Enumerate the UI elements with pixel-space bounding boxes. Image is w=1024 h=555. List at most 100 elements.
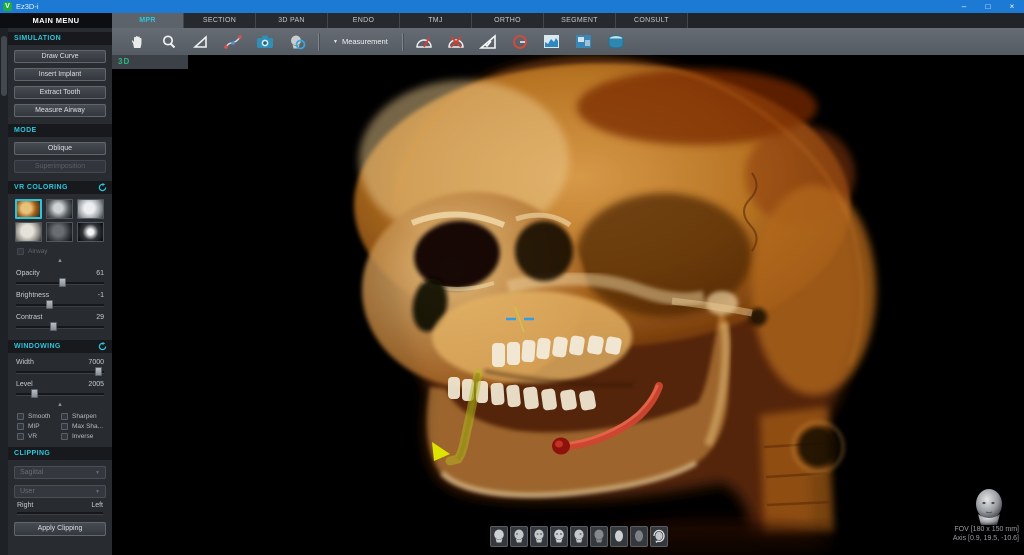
volume-3d-icon[interactable] <box>605 32 627 52</box>
brightness-slider[interactable] <box>16 300 104 309</box>
view-frontal-button[interactable] <box>550 526 568 547</box>
collapse-toggle-icon[interactable]: ▲ <box>8 258 112 265</box>
window-title: Ez3D-i <box>16 2 39 11</box>
zoom-icon[interactable] <box>158 32 180 52</box>
clipping-plane-select[interactable]: Sagittal▼ <box>14 466 106 479</box>
view-bottom-button[interactable] <box>630 526 648 547</box>
clipping-range-slider[interactable] <box>17 512 103 514</box>
view-rotate-button[interactable] <box>650 526 668 547</box>
3d-render-viewport[interactable]: 3D <box>112 55 1024 555</box>
tab-tmj[interactable]: TMJ <box>400 13 472 28</box>
brightness-slider-thumb[interactable] <box>46 300 53 309</box>
level-label: Level <box>16 381 33 388</box>
clip-left-label: Left <box>91 502 103 512</box>
vr-preset-thumbnail-3[interactable] <box>77 199 104 219</box>
ruler-triangle-icon[interactable] <box>190 32 212 52</box>
refresh-icon[interactable] <box>98 342 107 356</box>
level-slider[interactable] <box>16 389 104 398</box>
histogram-profile-icon[interactable] <box>541 32 563 52</box>
apply-clipping-button[interactable]: Apply Clipping <box>14 522 106 536</box>
tab-section[interactable]: SECTION <box>184 13 256 28</box>
tab-mpr[interactable]: MPR <box>112 13 184 28</box>
max-sharpen-checkbox-row[interactable]: Max Sha... <box>61 423 111 430</box>
tab-endo[interactable]: ENDO <box>328 13 400 28</box>
triangle-check-icon[interactable] <box>477 32 499 52</box>
vr-preset-thumbnail-2[interactable] <box>46 199 73 219</box>
toolbar-divider <box>402 33 403 51</box>
vr-preset-thumbnail-4[interactable] <box>15 222 42 242</box>
circle-measure-icon[interactable] <box>509 32 531 52</box>
draw-curve-button[interactable]: Draw Curve <box>14 50 106 63</box>
vr-preset-thumbnail-1[interactable] <box>15 199 42 219</box>
level-slider-thumb[interactable] <box>31 389 38 398</box>
contrast-slider-thumb[interactable] <box>50 322 57 331</box>
window-layout-icon[interactable] <box>573 32 595 52</box>
airway-checkbox[interactable] <box>17 248 24 255</box>
width-slider[interactable] <box>16 367 104 376</box>
vr-preset-thumbnail-6[interactable] <box>77 222 104 242</box>
tab-segment[interactable]: SEGMENT <box>544 13 616 28</box>
draw-curve-icon[interactable] <box>222 32 244 52</box>
superimposition-button[interactable]: Superimposition <box>14 160 106 173</box>
contrast-slider[interactable] <box>16 322 104 331</box>
view-top-button[interactable] <box>610 526 628 547</box>
opacity-slider-thumb[interactable] <box>59 278 66 287</box>
application-window: V Ez3D-i – □ × MAIN MENU MPR SECTION 3D … <box>0 0 1024 555</box>
smooth-checkbox[interactable] <box>17 413 24 420</box>
measurement-dropdown[interactable]: ▼ Measurement <box>329 37 392 46</box>
sidebar: SIMULATION Draw Curve Insert Implant Ext… <box>0 28 112 555</box>
view-right-lateral-button[interactable] <box>490 526 508 547</box>
width-value: 7000 <box>88 359 104 366</box>
vr-checkbox-row[interactable]: VR <box>17 433 59 440</box>
volume-view-icon[interactable] <box>286 32 308 52</box>
extract-tooth-button[interactable]: Extract Tooth <box>14 86 106 99</box>
inverse-checkbox[interactable] <box>61 433 68 440</box>
main-menu-header[interactable]: MAIN MENU <box>0 13 112 28</box>
refresh-icon[interactable] <box>98 183 107 197</box>
max-sharpen-checkbox[interactable] <box>61 423 68 430</box>
brightness-value: -1 <box>98 292 104 299</box>
insert-implant-button[interactable]: Insert Implant <box>14 68 106 81</box>
title-bar: V Ez3D-i – □ × <box>0 0 1024 13</box>
sharpen-checkbox[interactable] <box>61 413 68 420</box>
maximize-button[interactable]: □ <box>976 0 1000 13</box>
minimize-button[interactable]: – <box>952 0 976 13</box>
app-logo-icon: V <box>3 2 12 11</box>
vr-preset-thumbnail-5[interactable] <box>46 222 73 242</box>
tab-3dpan[interactable]: 3D PAN <box>256 13 328 28</box>
view-left-oblique-button[interactable] <box>570 526 588 547</box>
view-posterior-button[interactable] <box>590 526 608 547</box>
sharpen-checkbox-row[interactable]: Sharpen <box>61 413 111 420</box>
opacity-value: 61 <box>96 270 104 277</box>
angle-protractor-icon[interactable] <box>413 32 435 52</box>
fov-text: FOV [180 x 150 mm] <box>953 525 1019 534</box>
windowing-header: WINDOWING <box>8 340 112 353</box>
mip-checkbox[interactable] <box>17 423 24 430</box>
width-slider-thumb[interactable] <box>95 367 102 376</box>
sidebar-scrollbar[interactable] <box>0 28 8 555</box>
smooth-checkbox-row[interactable]: Smooth <box>17 413 59 420</box>
mip-checkbox-row[interactable]: MIP <box>17 423 59 430</box>
toolbar: ▼ Measurement <box>112 28 1024 55</box>
angle-cross-icon[interactable] <box>445 32 467 52</box>
measure-airway-button[interactable]: Measure Airway <box>14 104 106 117</box>
capture-camera-icon[interactable] <box>254 32 276 52</box>
view-right-oblique-button[interactable] <box>510 526 528 547</box>
collapse-toggle-icon[interactable]: ▲ <box>8 402 112 409</box>
opacity-slider[interactable] <box>16 278 104 287</box>
vr-checkbox[interactable] <box>17 433 24 440</box>
inverse-checkbox-row[interactable]: Inverse <box>61 433 111 440</box>
mode-header: MODE <box>8 124 112 137</box>
axis-text: Axis [0.9, 19.5, -10.6] <box>953 534 1019 543</box>
view-orientation-toolbar <box>490 526 668 547</box>
chevron-down-icon: ▼ <box>95 470 100 476</box>
oblique-button[interactable]: Oblique <box>14 142 106 155</box>
close-button[interactable]: × <box>1000 0 1024 13</box>
tab-ortho[interactable]: ORTHO <box>472 13 544 28</box>
clipping-mode-select[interactable]: User▼ <box>14 485 106 498</box>
scrollbar-thumb[interactable] <box>1 36 7 96</box>
pan-hand-icon[interactable] <box>126 32 148 52</box>
view-front-right-button[interactable] <box>530 526 548 547</box>
airway-checkbox-row[interactable]: Airway <box>17 248 112 255</box>
tab-consult[interactable]: CONSULT <box>616 13 688 28</box>
